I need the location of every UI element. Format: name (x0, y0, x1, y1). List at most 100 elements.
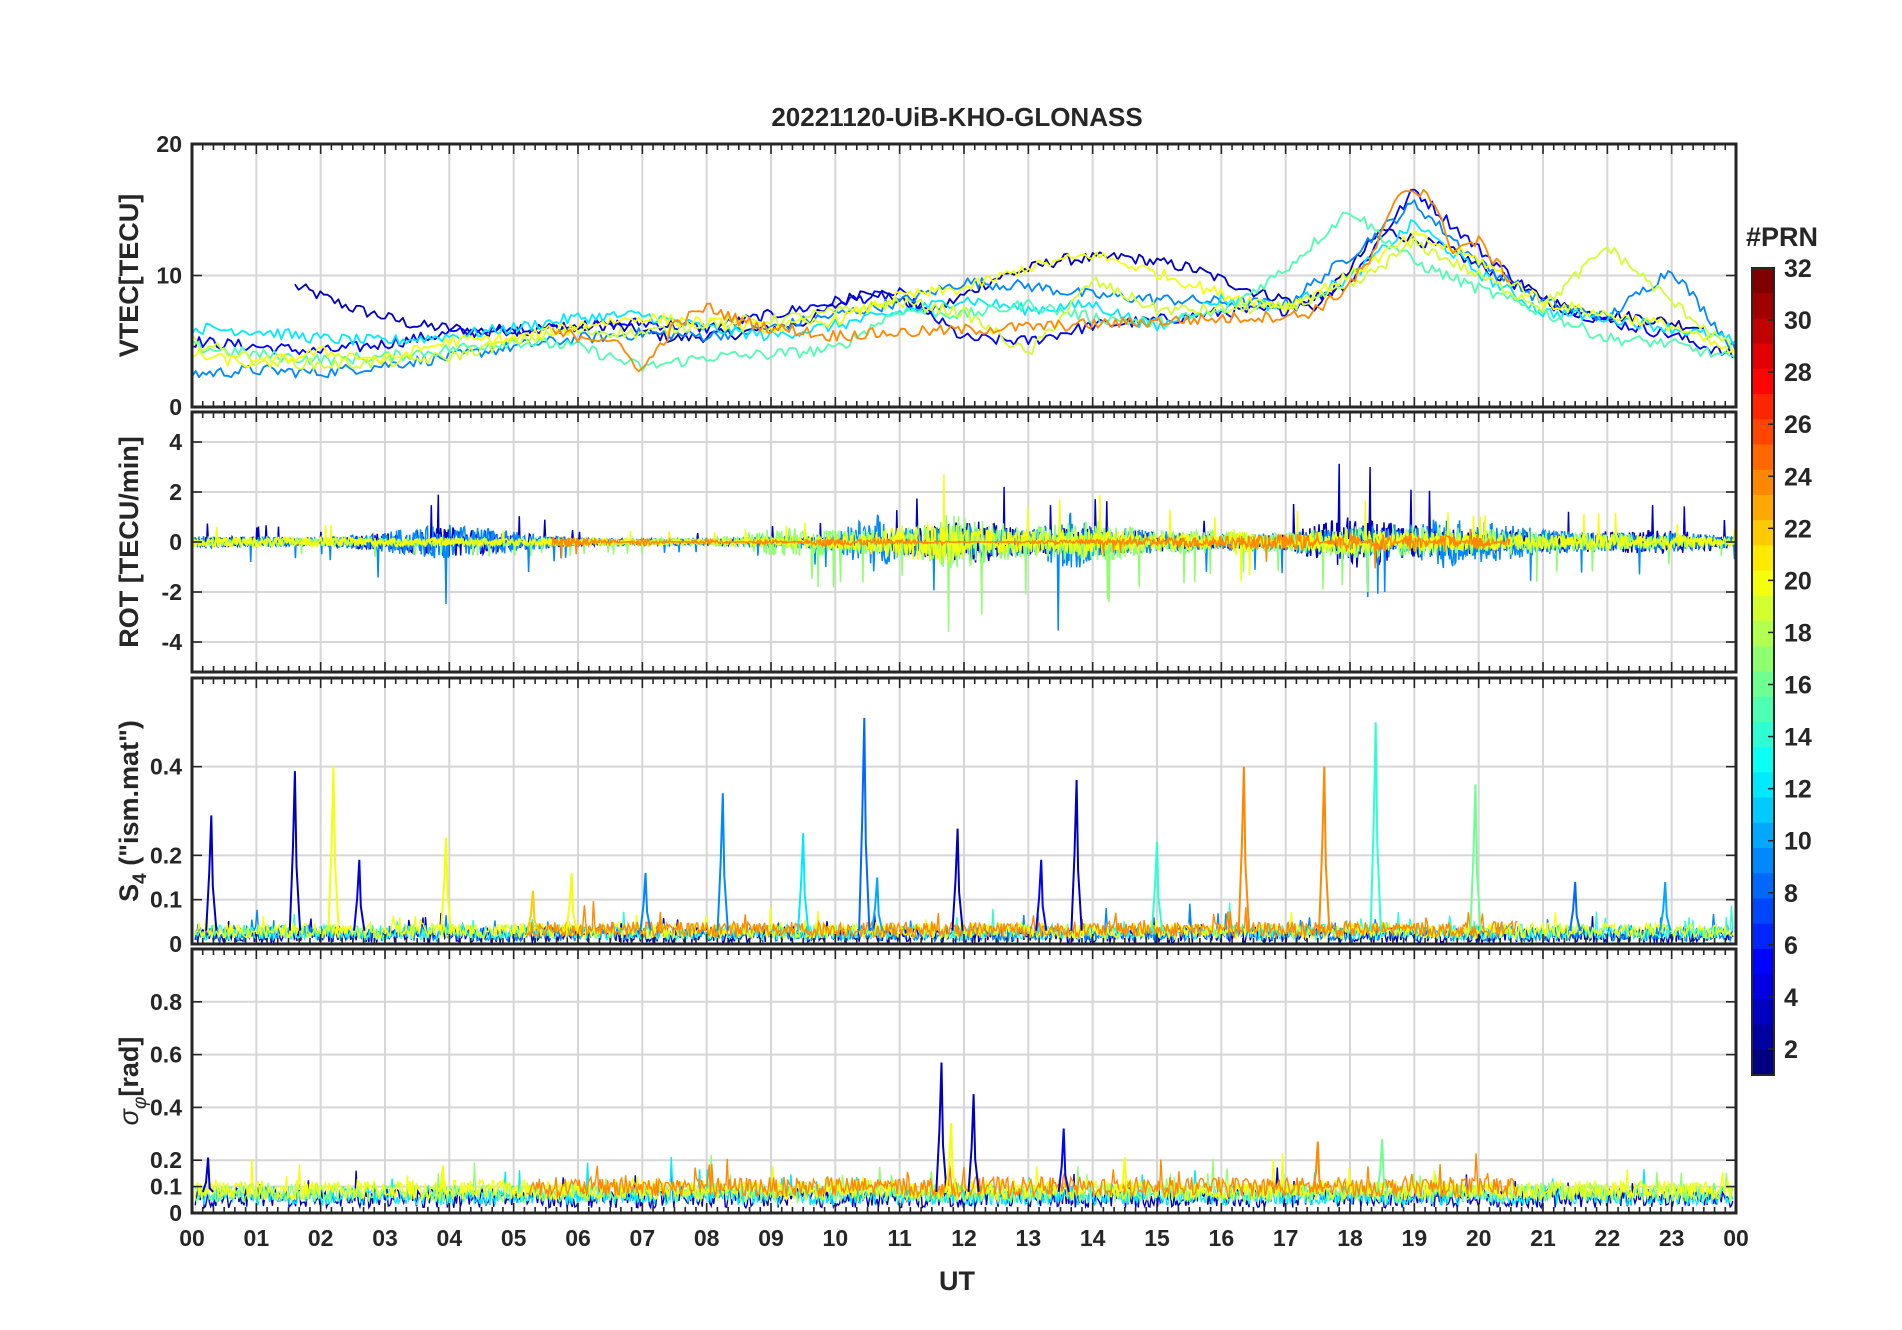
y-tick-label: 0 (169, 931, 182, 957)
y-tick-label: 0.8 (150, 989, 182, 1015)
x-tick-label: 10 (823, 1225, 849, 1251)
colorbar-band (1752, 419, 1774, 446)
colorbar-band (1752, 822, 1774, 849)
colorbar-tick-label: 12 (1784, 776, 1812, 804)
colorbar-band (1752, 394, 1774, 420)
colorbar-tick-label: 18 (1784, 619, 1812, 647)
y-tick-label: -2 (162, 579, 182, 605)
colorbar-band (1752, 545, 1774, 572)
x-tick-label: 06 (565, 1225, 591, 1251)
colorbar-band (1752, 646, 1774, 673)
x-tick-label: 14 (1080, 1225, 1106, 1251)
x-tick-label: 03 (372, 1225, 398, 1251)
colorbar-tick-label: 20 (1784, 567, 1812, 595)
panel-s4: 0 0.1 0.2 0.4S4 ("ism.mat") (114, 676, 1738, 957)
colorbar-tick-label: 14 (1784, 724, 1812, 752)
colorbar-tick-label: 28 (1784, 359, 1812, 387)
x-tick-label: 18 (1337, 1225, 1363, 1251)
colorbar-band (1752, 444, 1774, 471)
colorbar-band (1752, 898, 1774, 925)
panel-rot-ylabel: ROT [TECU/min] (114, 436, 144, 647)
x-axis-label: UT (939, 1266, 975, 1296)
y-tick-label: 0 (169, 394, 182, 420)
figure: 20221120-UiB-KHO-GLONASS 01020VTEC[TECU]… (114, 102, 1818, 1296)
y-tick-label: -4 (162, 629, 183, 655)
colorbar-band (1752, 595, 1774, 622)
panel-sigma_phi: 00.10.2 0.4 0.6 0.8 σφ[rad] (114, 947, 1738, 1226)
panel-vtec: 0 10 20 VTEC[TECU] (114, 131, 1738, 420)
colorbar-band (1752, 318, 1774, 345)
y-tick-label: 0.1 (150, 887, 182, 913)
colorbar-band (1752, 570, 1774, 597)
x-tick-label: 17 (1273, 1225, 1299, 1251)
chart-title: 20221120-UiB-KHO-GLONASS (771, 102, 1142, 132)
plot-panels: 01020VTEC[TECU]-4-2024ROT [TECU/min]00.1… (114, 131, 1738, 1226)
y-tick-label: 20 (156, 131, 182, 157)
colorbar-tick-label: 30 (1784, 307, 1812, 335)
x-tick-label: 12 (951, 1225, 977, 1251)
y-tick-label: 0.2 (150, 1147, 182, 1173)
colorbar-band (1752, 268, 1774, 294)
x-tick-label: 07 (630, 1225, 656, 1251)
colorbar-band (1752, 999, 1774, 1026)
x-tick-label: 19 (1402, 1225, 1428, 1251)
colorbar-band (1752, 1049, 1774, 1076)
x-tick-label: 11 (888, 1225, 913, 1251)
panel-sigma_phi-ylabel: σφ[rad] (114, 1037, 151, 1126)
colorbar-tick-label: 26 (1784, 411, 1812, 439)
x-tick-label: 09 (758, 1225, 784, 1251)
colorbar-band (1752, 797, 1774, 824)
colorbar-band (1752, 848, 1774, 874)
y-tick-label: 0.4 (150, 1094, 182, 1120)
colorbar-band (1752, 696, 1774, 723)
colorbar-tick-label: 8 (1784, 880, 1798, 908)
colorbar-tick-label: 16 (1784, 672, 1812, 700)
colorbar-tick-label: 22 (1784, 515, 1812, 543)
x-tick-label: 16 (1209, 1225, 1235, 1251)
panel-rot: -4 -2 0 2 4 ROT [TECU/min] (114, 410, 1738, 674)
x-tick-label: 15 (1144, 1225, 1170, 1251)
x-tick-labels: 00 01 02 03 04 05 06 07 08 09 10 11 12 13 14 15 16 17 18 19… (179, 1225, 1749, 1251)
colorbar-band (1752, 747, 1774, 773)
y-tick-label: 0.1 (150, 1174, 182, 1200)
colorbar-tick-label: 32 (1784, 255, 1812, 283)
x-tick-label: 20 (1466, 1225, 1492, 1251)
colorbar-band (1752, 343, 1774, 370)
colorbar-tick-label: 2 (1784, 1036, 1798, 1064)
y-tick-label: 0.6 (150, 1042, 182, 1068)
colorbar-band (1752, 469, 1774, 496)
colorbar-band (1752, 974, 1774, 1000)
colorbar-band (1752, 1024, 1774, 1051)
y-tick-label: 0 (169, 529, 182, 555)
colorbar-band (1752, 293, 1774, 320)
colorbar-band (1752, 520, 1774, 547)
colorbar-band (1752, 948, 1774, 975)
colorbar-band (1752, 772, 1774, 799)
x-tick-label: 01 (244, 1225, 270, 1251)
x-tick-label: 22 (1595, 1225, 1621, 1251)
y-tick-label: 0 (169, 1200, 182, 1226)
panel-vtec-ylabel: VTEC[TECU] (114, 194, 144, 358)
y-tick-label: 2 (169, 479, 182, 505)
colorbar-band (1752, 923, 1774, 950)
colorbar-tick-label: 6 (1784, 932, 1798, 960)
colorbar: 2468101214161820222426283032 (1751, 255, 1812, 1076)
colorbar-tick-label: 4 (1784, 984, 1798, 1012)
x-tick-label: 04 (437, 1225, 463, 1251)
colorbar-band (1752, 621, 1774, 647)
y-tick-label: 4 (169, 429, 182, 455)
x-tick-label: 08 (694, 1225, 720, 1251)
y-tick-label: 10 (156, 263, 182, 289)
x-tick-label: 00 (1723, 1225, 1749, 1251)
colorbar-band (1752, 494, 1774, 521)
panel-s4-ylabel: S4 ("ism.mat") (114, 720, 151, 902)
x-tick-label: 05 (501, 1225, 527, 1251)
x-tick-label: 13 (1016, 1225, 1042, 1251)
colorbar-tick-label: 10 (1784, 828, 1812, 856)
colorbar-label: #PRN (1746, 222, 1818, 252)
colorbar-band (1752, 873, 1774, 900)
x-tick-label: 02 (308, 1225, 334, 1251)
y-tick-label: 0.2 (150, 842, 182, 868)
colorbar-band (1752, 721, 1774, 748)
x-tick-label: 23 (1659, 1225, 1685, 1251)
